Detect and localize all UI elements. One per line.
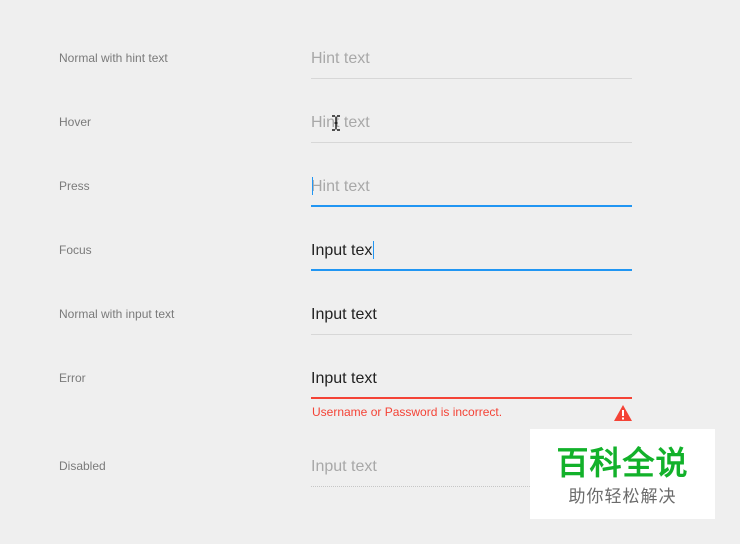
label-error: Error <box>59 371 86 385</box>
text-caret <box>373 241 374 259</box>
watermark-subtitle: 助你轻松解决 <box>568 487 677 506</box>
field-hint-text: Hint text <box>311 178 370 195</box>
field-underline <box>311 334 632 335</box>
error-message: Username or Password is incorrect. <box>312 405 503 419</box>
label-normal-input: Normal with input text <box>59 307 175 321</box>
watermark-logo: 百科全说 助你轻松解决 <box>530 429 715 519</box>
field-input-text: Input tex <box>311 242 373 259</box>
text-cursor-icon <box>332 115 340 131</box>
text-field-normal-hint[interactable]: Hint text <box>311 49 632 79</box>
watermark-title: 百科全说 <box>556 445 689 481</box>
field-input-text: Input text <box>311 370 377 387</box>
field-input-text: Input text <box>311 306 377 323</box>
text-field-error[interactable]: Input text <box>311 369 632 399</box>
text-field-normal-input[interactable]: Input text <box>311 305 632 335</box>
label-focus: Focus <box>59 243 92 257</box>
text-field-focus[interactable]: Input tex <box>311 241 632 271</box>
field-underline <box>311 142 632 143</box>
field-underline-active <box>311 205 632 207</box>
label-press: Press <box>59 179 90 193</box>
field-underline <box>311 78 632 79</box>
field-underline-error <box>311 397 632 399</box>
text-caret <box>312 177 313 195</box>
field-disabled-text: Input text <box>311 458 377 475</box>
label-normal-hint: Normal with hint text <box>59 51 168 65</box>
text-field-press[interactable]: Hint text <box>311 177 632 207</box>
field-underline-active <box>311 269 632 271</box>
warning-icon <box>614 405 632 421</box>
label-disabled: Disabled <box>59 459 106 473</box>
field-hint-text: Hint text <box>311 50 370 67</box>
label-hover: Hover <box>59 115 92 129</box>
text-field-hover[interactable]: Hint text <box>311 113 632 143</box>
